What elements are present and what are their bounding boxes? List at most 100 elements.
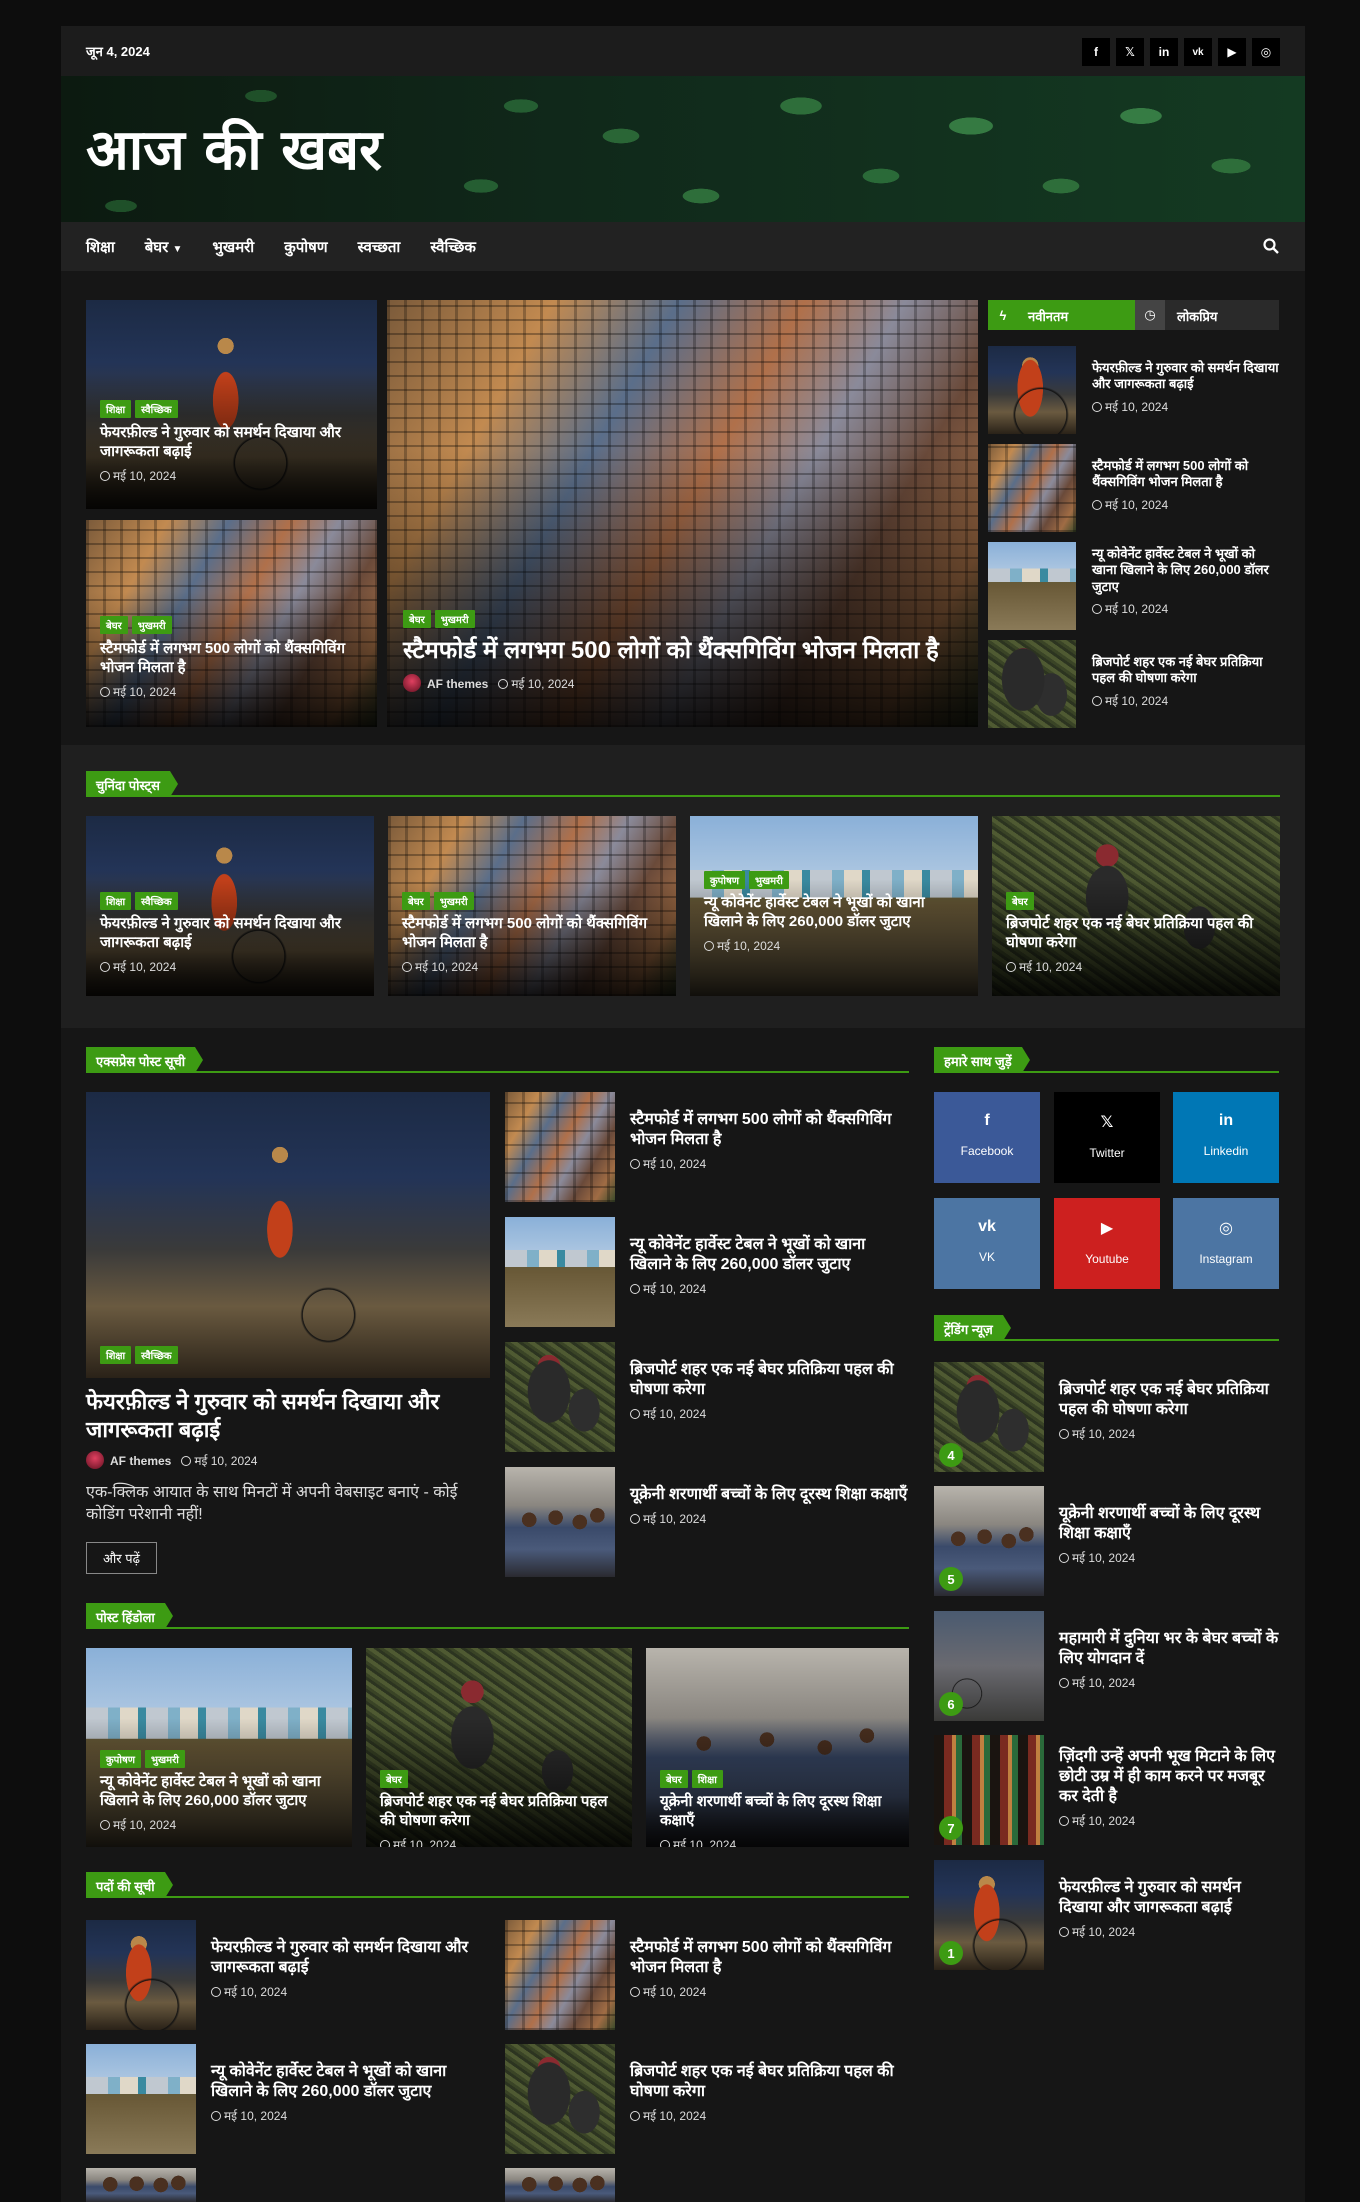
list-item[interactable]: फेयरफ़ील्ड ने गुरुवार को समर्थन दिखाया औ…	[86, 1920, 490, 2030]
trending-item[interactable]: 6 महामारी में दुनिया भर के बेघर बच्चों क…	[934, 1611, 1279, 1721]
tab-latest[interactable]: ϟ नवीनतम	[988, 300, 1135, 330]
post-thumbnail[interactable]	[505, 1920, 615, 2030]
category-tag[interactable]: बेघर	[380, 1770, 408, 1788]
post-thumbnail[interactable]: 1	[934, 1860, 1044, 1970]
category-tag[interactable]: शिक्षा	[100, 400, 132, 418]
post-thumbnail[interactable]	[505, 1217, 615, 1327]
post-thumbnail[interactable]	[86, 2044, 196, 2154]
trending-item[interactable]: 4 ब्रिजपोर्ट शहर एक नई बेघर प्रतिक्रिया …	[934, 1362, 1279, 1472]
post-title[interactable]: फेयरफ़ील्ड ने गुरुवार को समर्थन दिखाया औ…	[100, 915, 362, 953]
post-title[interactable]: फेयरफ़ील्ड ने गुरुवार को समर्थन दिखाया औ…	[1092, 360, 1279, 393]
category-tag[interactable]: भुखमरी	[433, 892, 474, 910]
post-title[interactable]: फेयरफ़ील्ड ने गुरुवार को समर्थन दिखाया औ…	[1059, 1878, 1279, 1918]
post-thumbnail[interactable]	[505, 1467, 615, 1577]
post-title[interactable]: न्यू कोवेनेंट हार्वेस्ट टेबल ने भूखों को…	[630, 1235, 909, 1275]
post-title[interactable]: यूक्रेनी शरणार्थी बच्चों के लिए दूरस्थ श…	[660, 1793, 897, 1831]
vk-button[interactable]: vk VK	[934, 1198, 1040, 1289]
express-main-title[interactable]: फेयरफ़ील्ड ने गुरुवार को समर्थन दिखाया औ…	[86, 1388, 490, 1443]
x-twitter-icon[interactable]: 𝕏	[1116, 38, 1144, 66]
post-title[interactable]: ब्रिजपोर्ट शहर एक नई बेघर प्रतिक्रिया पह…	[380, 1793, 620, 1831]
youtube-button[interactable]: ▶ Youtube	[1054, 1198, 1160, 1289]
express-main-image[interactable]: शिक्षा स्वैच्छिक	[86, 1092, 490, 1378]
category-tag[interactable]: शिक्षा	[691, 1770, 723, 1788]
featured-card[interactable]: कुपोषण भुखमरी न्यू कोवेनेंट हार्वेस्ट टेब…	[690, 816, 978, 996]
category-tag[interactable]: स्वैच्छिक	[135, 400, 178, 418]
post-title[interactable]: न्यू कोवेनेंट हार्वेस्ट टेबल ने भूखों को…	[211, 2062, 490, 2102]
post-title[interactable]: यूक्रेनी शरणार्थी बच्चों के लिए दूरस्थ श…	[630, 1485, 909, 1505]
post-title[interactable]: न्यू कोवेनेंट हार्वेस्ट टेबल ने भूखों को…	[1092, 546, 1279, 595]
post-thumbnail[interactable]	[505, 1092, 615, 1202]
hero-main-card[interactable]: बेघर भुखमरी स्टैमफोर्ड में लगभग 500 लोगों…	[387, 300, 978, 727]
carousel-card[interactable]: कुपोषण भुखमरी न्यू कोवेनेंट हार्वेस्ट टेब…	[86, 1648, 352, 1847]
linkedin-button[interactable]: in Linkedin	[1173, 1092, 1279, 1183]
post-thumbnail[interactable]	[988, 542, 1076, 630]
category-tag[interactable]: बेघर	[402, 892, 430, 910]
list-item[interactable]: फेयरफ़ील्ड ने गुरुवार को समर्थन दिखाया औ…	[988, 346, 1279, 436]
nav-item-malnutrition[interactable]: कुपोषण	[284, 237, 327, 257]
list-item[interactable]: ब्रिजपोर्ट शहर एक नई बेघर प्रतिक्रिया पह…	[988, 640, 1279, 730]
post-thumbnail[interactable]: 4	[934, 1362, 1044, 1472]
post-title[interactable]: स्टैमफोर्ड में लगभग 500 लोगों को थैंक्सग…	[630, 1938, 909, 1978]
post-title[interactable]: फेयरफ़ील्ड ने गुरुवार को समर्थन दिखाया औ…	[100, 424, 365, 462]
post-title[interactable]: स्टैमफोर्ड में लगभग 500 लोगों को थैंक्सग…	[403, 636, 966, 666]
carousel-card[interactable]: बेघर ब्रिजपोर्ट शहर एक नई बेघर प्रतिक्रि…	[366, 1648, 632, 1847]
post-thumbnail[interactable]	[988, 444, 1076, 532]
search-icon[interactable]	[1262, 237, 1280, 255]
read-more-button[interactable]: और पढ़ें	[86, 1542, 157, 1574]
hero-card-left-top[interactable]: शिक्षा स्वैच्छिक फेयरफ़ील्ड ने गुरुवार को…	[86, 300, 377, 509]
category-tag[interactable]: भुखमरी	[131, 616, 172, 634]
post-thumbnail[interactable]: 7	[934, 1735, 1044, 1845]
post-title[interactable]: न्यू कोवेनेंट हार्वेस्ट टेबल ने भूखों को…	[100, 1773, 340, 1811]
list-item[interactable]: न्यू कोवेनेंट हार्वेस्ट टेबल ने भूखों को…	[505, 1217, 909, 1327]
trending-item[interactable]: 5 यूक्रेनी शरणार्थी बच्चों के लिए दूरस्थ…	[934, 1486, 1279, 1596]
twitter-button[interactable]: 𝕏 Twitter	[1054, 1092, 1160, 1183]
category-tag[interactable]: बेघर	[100, 616, 128, 634]
list-item[interactable]: ब्रिजपोर्ट शहर एक नई बेघर प्रतिक्रिया पह…	[505, 2044, 909, 2154]
author-name[interactable]: AF themes	[427, 677, 488, 691]
nav-item-voluntary[interactable]: स्वैच्छिक	[430, 237, 476, 257]
vk-icon[interactable]: vk	[1184, 38, 1212, 66]
list-item[interactable]: स्टैमफोर्ड में लगभग 500 लोगों को थैंक्सग…	[505, 1092, 909, 1202]
category-tag[interactable]: शिक्षा	[100, 1346, 132, 1364]
list-item[interactable]: यूक्रेनी शरणार्थी बच्चों के लिए दूरस्थ श…	[505, 1467, 909, 1577]
category-tag[interactable]: भुखमरी	[144, 1750, 185, 1768]
list-item[interactable]: न्यू कोवेनेंट हार्वेस्ट टेबल ने भूखों को…	[988, 542, 1279, 632]
post-thumbnail[interactable]	[86, 1920, 196, 2030]
post-title[interactable]: ब्रिजपोर्ट शहर एक नई बेघर प्रतिक्रिया पह…	[630, 2062, 909, 2102]
post-thumbnail[interactable]	[505, 1342, 615, 1452]
post-title[interactable]: ज़िंदगी उन्हें अपनी भूख मिटाने के लिए छो…	[1059, 1747, 1279, 1807]
post-thumbnail[interactable]	[988, 346, 1076, 434]
facebook-button[interactable]: f Facebook	[934, 1092, 1040, 1183]
site-title[interactable]: आज की खबर	[86, 110, 382, 186]
category-tag[interactable]: कुपोषण	[704, 871, 745, 889]
list-item[interactable]: ब्रिजपोर्ट शहर एक नई बेघर प्रतिक्रिया पह…	[505, 1342, 909, 1452]
post-thumbnail[interactable]	[988, 640, 1076, 728]
post-title[interactable]: न्यू कोवेनेंट हार्वेस्ट टेबल ने भूखों को…	[704, 894, 966, 932]
category-tag[interactable]: बेघर	[403, 610, 431, 628]
youtube-icon[interactable]: ▶	[1218, 38, 1246, 66]
author-name[interactable]: AF themes	[110, 1454, 171, 1468]
featured-card[interactable]: बेघर ब्रिजपोर्ट शहर एक नई बेघर प्रतिक्रि…	[992, 816, 1280, 996]
post-title[interactable]: स्टैमफोर्ड में लगभग 500 लोगों को थैंक्सग…	[630, 1110, 909, 1150]
category-tag[interactable]: स्वैच्छिक	[135, 892, 178, 910]
linkedin-icon[interactable]: in	[1150, 38, 1178, 66]
post-title[interactable]: यूक्रेनी शरणार्थी बच्चों के लिए दूरस्थ श…	[1059, 1504, 1279, 1544]
post-title[interactable]: ब्रिजपोर्ट शहर एक नई बेघर प्रतिक्रिया पह…	[1059, 1380, 1279, 1420]
nav-item-education[interactable]: शिक्षा	[86, 237, 115, 257]
post-title[interactable]: ब्रिजपोर्ट शहर एक नई बेघर प्रतिक्रिया पह…	[1006, 915, 1268, 953]
tab-popular[interactable]: ◷ लोकप्रिय	[1135, 300, 1279, 330]
category-tag[interactable]: बेघर	[1006, 892, 1034, 910]
list-item[interactable]: स्टैमफोर्ड में लगभग 500 लोगों को थैंक्सग…	[988, 444, 1279, 534]
post-thumbnail[interactable]	[505, 2168, 615, 2202]
nav-item-sanitation[interactable]: स्वच्छता	[358, 237, 401, 257]
list-item[interactable]: न्यू कोवेनेंट हार्वेस्ट टेबल ने भूखों को…	[86, 2044, 490, 2154]
post-thumbnail[interactable]: 5	[934, 1486, 1044, 1596]
nav-item-hunger[interactable]: भुखमरी	[212, 237, 254, 257]
category-tag[interactable]: कुपोषण	[100, 1750, 141, 1768]
trending-item[interactable]: 1 फेयरफ़ील्ड ने गुरुवार को समर्थन दिखाया…	[934, 1860, 1279, 1970]
post-title[interactable]: स्टैमफोर्ड में लगभग 500 लोगों को थैंक्सग…	[1092, 458, 1279, 491]
category-tag[interactable]: भुखमरी	[434, 610, 475, 628]
category-tag[interactable]: शिक्षा	[100, 892, 132, 910]
post-title[interactable]: स्टैमफोर्ड में लगभग 500 लोगों को थैंक्सग…	[100, 640, 365, 678]
category-tag[interactable]: भुखमरी	[748, 871, 789, 889]
